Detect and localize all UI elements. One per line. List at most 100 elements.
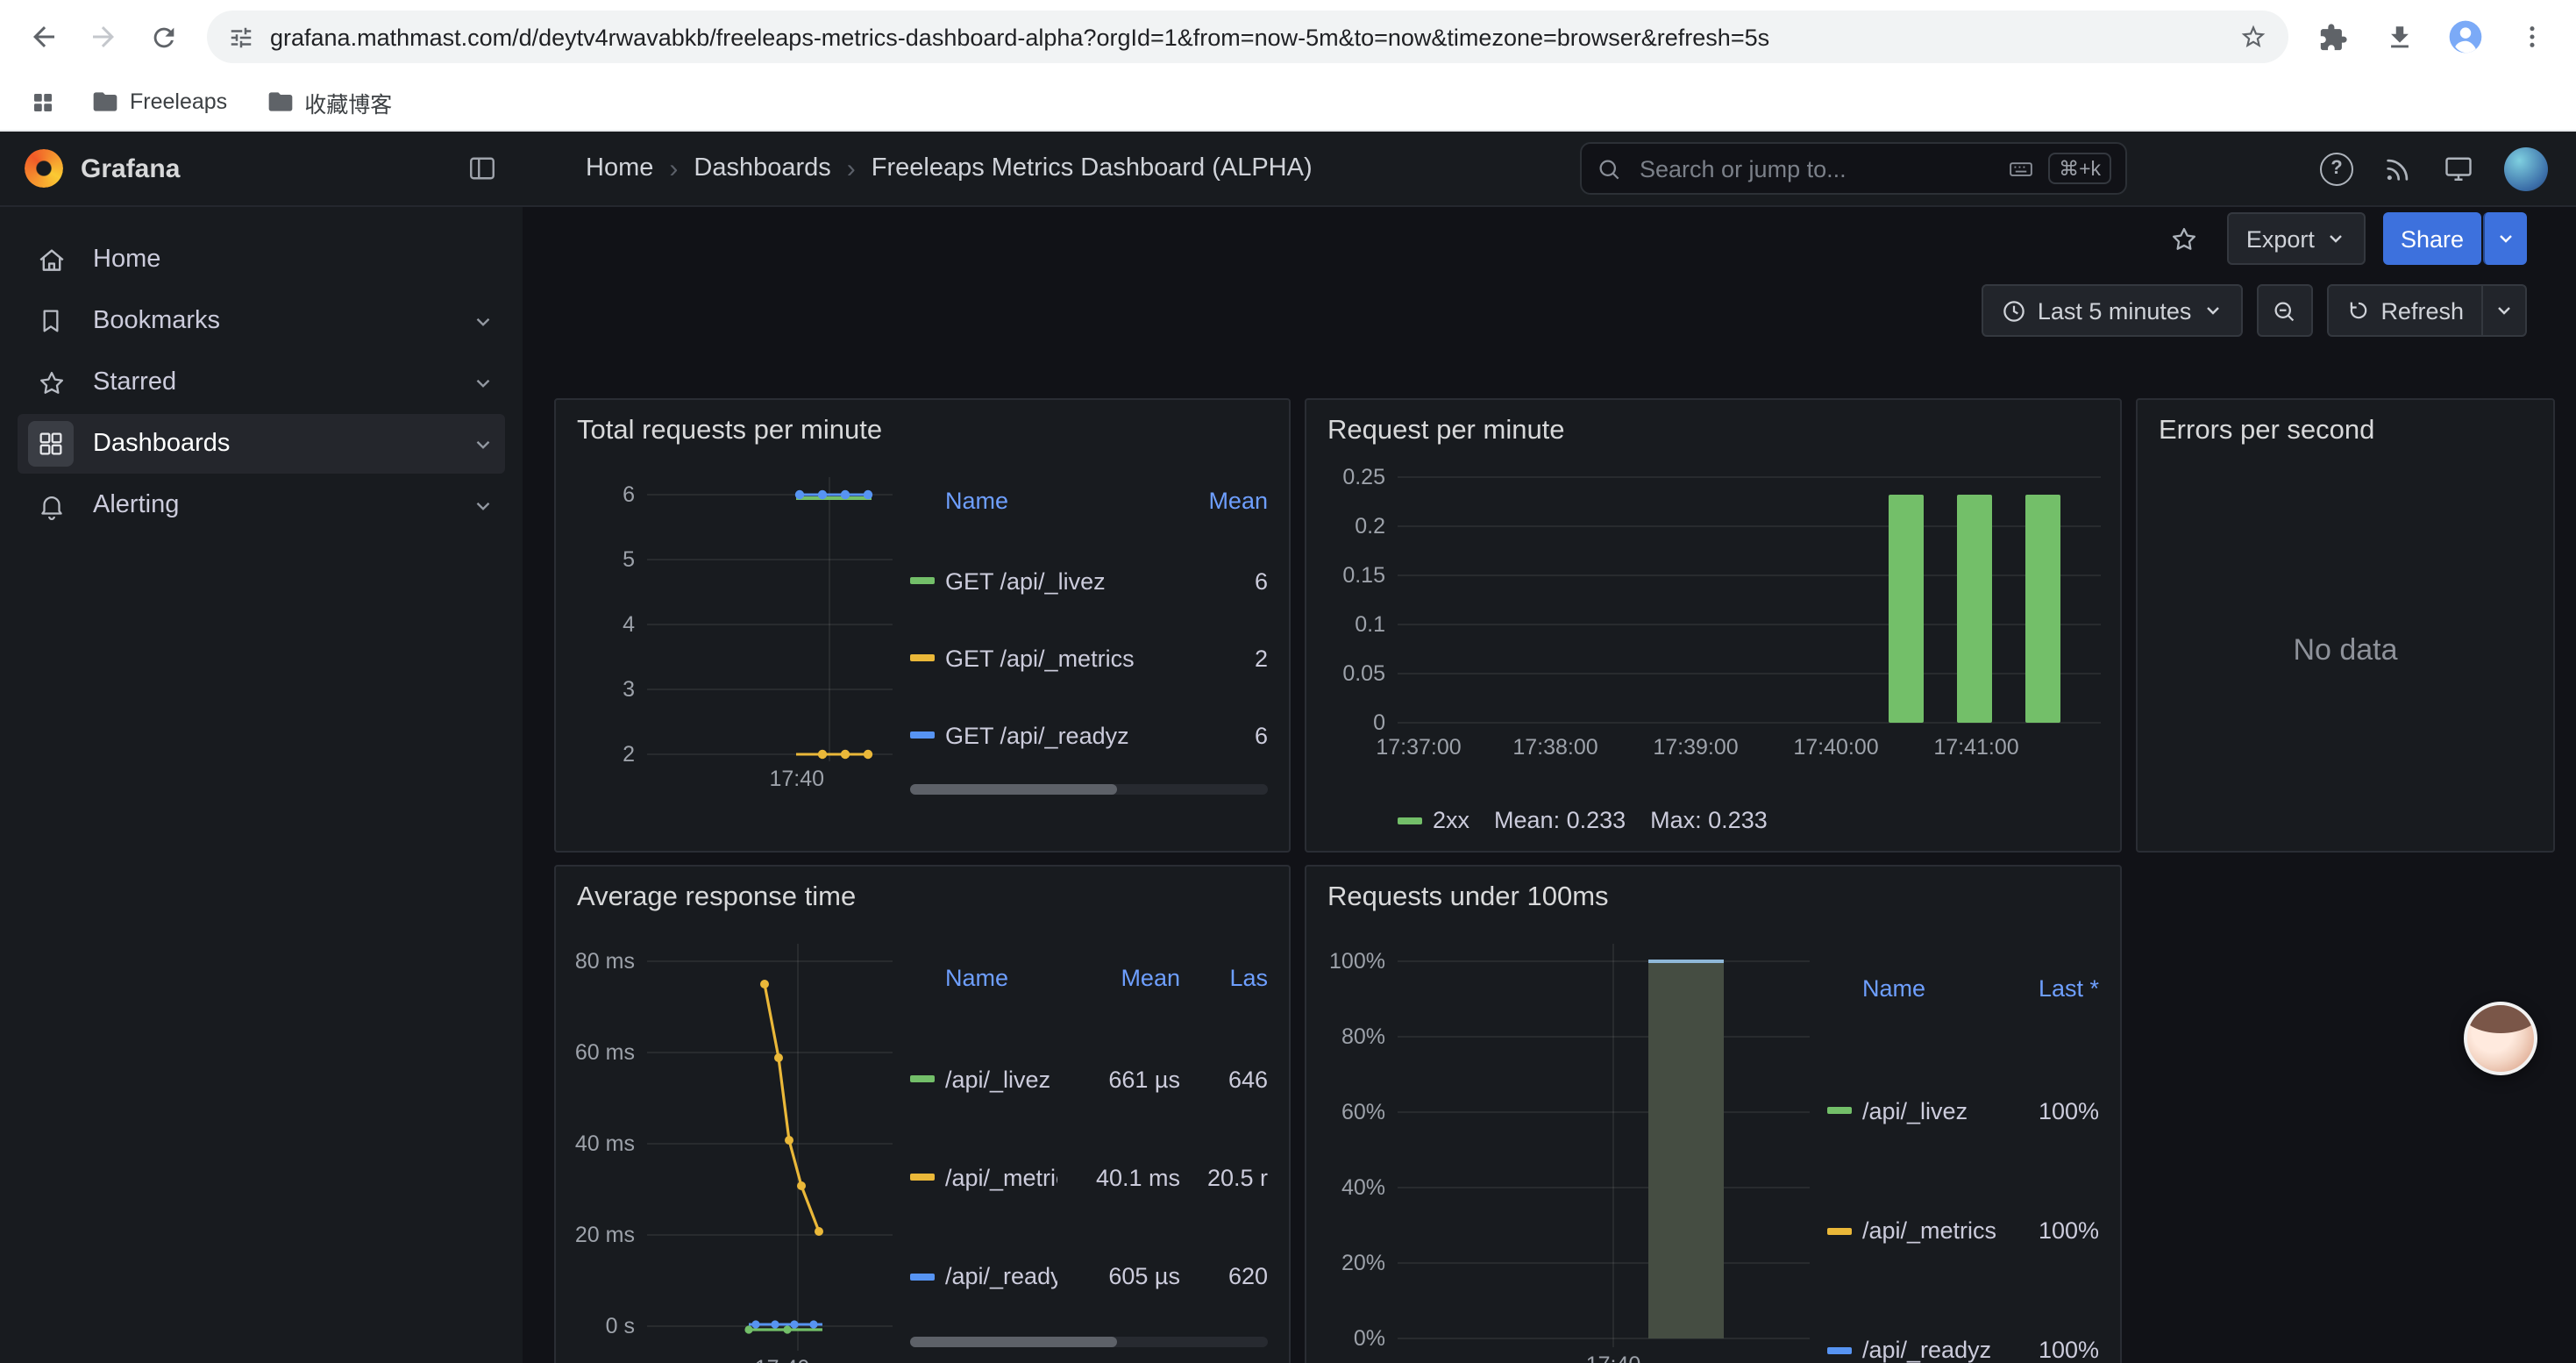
chevron-down-icon[interactable] <box>472 310 495 332</box>
search-bar[interactable]: ⌘+k <box>1580 142 2127 195</box>
bookmark-folder-blogs[interactable]: 收藏博客 <box>252 80 406 124</box>
sidebar-header: Grafana <box>0 149 523 188</box>
series-name[interactable]: /api/_readyz <box>1827 1291 2025 1363</box>
refresh-button[interactable]: Refresh <box>2326 284 2483 337</box>
scrollbar-thumb[interactable] <box>910 1337 1118 1347</box>
monitor-icon[interactable] <box>2443 153 2474 184</box>
search-icon <box>1596 155 1622 182</box>
series-mean: Mean: 0.233 <box>1494 807 1626 833</box>
legend-header-mean[interactable]: Mean <box>1208 463 1268 542</box>
legend-header-last[interactable]: Last * <box>2039 930 2099 1052</box>
browser-menu-button[interactable] <box>2502 7 2562 67</box>
series-name[interactable]: GET /api/_metrics <box>910 619 1194 696</box>
bar-chart-plot <box>1398 930 1810 1347</box>
chevron-down-icon <box>2495 228 2516 249</box>
screen: Freeleaps 收藏博客 Grafana Home › Dashboards <box>0 0 2576 1363</box>
news-rss-icon[interactable] <box>2383 153 2413 183</box>
chevron-down-icon <box>2202 300 2223 321</box>
sidebar-item-bookmarks[interactable]: Bookmarks <box>18 291 505 351</box>
app-header: Grafana Home › Dashboards › Freeleaps Me… <box>0 132 2576 207</box>
clock-icon <box>2001 297 2027 324</box>
scrollbar-thumb[interactable] <box>910 784 1118 795</box>
share-button[interactable]: Share <box>2383 212 2481 265</box>
legend-scrollbar[interactable] <box>910 1337 1268 1347</box>
profile-button[interactable] <box>2436 7 2495 67</box>
series-mean-value: 6 <box>1208 696 1268 774</box>
timeseries-plot <box>647 463 893 761</box>
refresh-interval-button[interactable] <box>2483 284 2527 337</box>
downloads-button[interactable] <box>2369 7 2429 67</box>
series-name[interactable]: GET /api/_readyz <box>910 696 1194 774</box>
panel-title[interactable]: Requests under 100ms <box>1327 881 2099 916</box>
refresh-label: Refresh <box>2380 297 2464 324</box>
sidebar-item-home[interactable]: Home <box>18 230 505 289</box>
keyboard-icon <box>2008 155 2034 182</box>
panel-title[interactable]: Request per minute <box>1327 414 2099 449</box>
chevron-down-icon[interactable] <box>472 432 495 455</box>
panel-title[interactable]: Total requests per minute <box>577 414 1268 449</box>
chevron-down-icon <box>2325 228 2346 249</box>
reload-button[interactable] <box>133 7 193 67</box>
time-toolbar: Last 5 minutes Refresh <box>523 270 2576 351</box>
export-button[interactable]: Export <box>2227 212 2366 265</box>
series-name[interactable]: GET /api/_livez <box>910 542 1194 619</box>
series-name[interactable]: /api/_metrics <box>910 1129 1057 1227</box>
bookmark-icon <box>28 298 74 344</box>
search-input[interactable] <box>1636 153 1994 183</box>
share-menu-button[interactable] <box>2483 212 2527 265</box>
legend-header-name[interactable]: Name <box>1827 930 2025 1052</box>
series-name[interactable]: /api/_metrics <box>1827 1171 2025 1291</box>
chevron-down-icon[interactable] <box>472 494 495 517</box>
series-name[interactable]: 2xx <box>1398 807 1469 833</box>
url-input[interactable] <box>270 24 2224 50</box>
y-axis: 6 5 4 3 2 <box>577 463 647 761</box>
grafana-app: Grafana Home › Dashboards › Freeleaps Me… <box>0 132 2576 1363</box>
legend-header-last[interactable]: Las <box>1191 930 1268 1030</box>
export-label: Export <box>2246 225 2315 252</box>
sidebar-item-starred[interactable]: Starred <box>18 353 505 412</box>
legend-scrollbar[interactable] <box>910 784 1268 795</box>
chevron-down-icon[interactable] <box>472 371 495 394</box>
url-bar[interactable] <box>207 11 2288 63</box>
legend-header-name[interactable]: Name <box>910 463 1194 542</box>
zoom-out-button[interactable] <box>2256 284 2312 337</box>
sidebar-toggle-button[interactable] <box>466 153 498 184</box>
legend-header-mean[interactable]: Mean <box>1068 930 1180 1030</box>
apps-grid-button[interactable] <box>18 77 67 126</box>
panel-left-icon <box>466 153 498 184</box>
series-name[interactable]: /api/_readyz <box>910 1227 1057 1325</box>
panel-title[interactable]: Errors per second <box>2159 414 2532 449</box>
y-axis: 80 ms 60 ms 40 ms 20 ms 0 s <box>577 930 647 1351</box>
extensions-button[interactable] <box>2302 7 2362 67</box>
bookmark-folder-label: Freeleaps <box>130 89 227 114</box>
breadcrumb-dashboards[interactable]: Dashboards <box>694 154 830 182</box>
bookmark-star-icon[interactable] <box>2239 23 2267 51</box>
forward-button[interactable] <box>74 7 133 67</box>
series-mean-value: 2 <box>1208 619 1268 696</box>
series-name[interactable]: /api/_livez <box>910 1030 1057 1128</box>
panel-total-requests-per-minute: Total requests per minute 6 5 4 3 <box>554 398 1291 853</box>
sidebar-item-dashboards[interactable]: Dashboards <box>18 414 505 474</box>
site-info-icon[interactable] <box>228 24 254 50</box>
sidebar-item-alerting[interactable]: Alerting <box>18 475 505 535</box>
help-icon[interactable]: ? <box>2320 152 2353 185</box>
sidebar-item-label: Bookmarks <box>93 307 220 335</box>
bookmarks-bar: Freeleaps 收藏博客 <box>0 74 2576 132</box>
panel-title[interactable]: Average response time <box>577 881 1268 916</box>
favorite-star-button[interactable] <box>2160 214 2210 263</box>
back-button[interactable] <box>14 7 74 67</box>
series-name[interactable]: /api/_livez <box>1827 1052 2025 1172</box>
series-last-value: 20.5 r <box>1191 1129 1268 1227</box>
grafana-logo[interactable] <box>25 149 63 188</box>
time-range-picker[interactable]: Last 5 minutes <box>1982 284 2243 337</box>
floating-assistant-avatar[interactable] <box>2464 1002 2537 1075</box>
legend-header-name[interactable]: Name <box>910 930 1057 1030</box>
breadcrumb-home[interactable]: Home <box>586 154 653 182</box>
bookmark-folder-freeleaps[interactable]: Freeleaps <box>77 82 241 121</box>
user-avatar[interactable] <box>2504 146 2548 190</box>
breadcrumb-separator: › <box>669 153 678 183</box>
folder-icon <box>91 88 119 116</box>
breadcrumb-current: Freeleaps Metrics Dashboard (ALPHA) <box>872 154 1313 182</box>
main-area: Export Share Last <box>523 207 2576 1363</box>
star-icon <box>28 360 74 405</box>
